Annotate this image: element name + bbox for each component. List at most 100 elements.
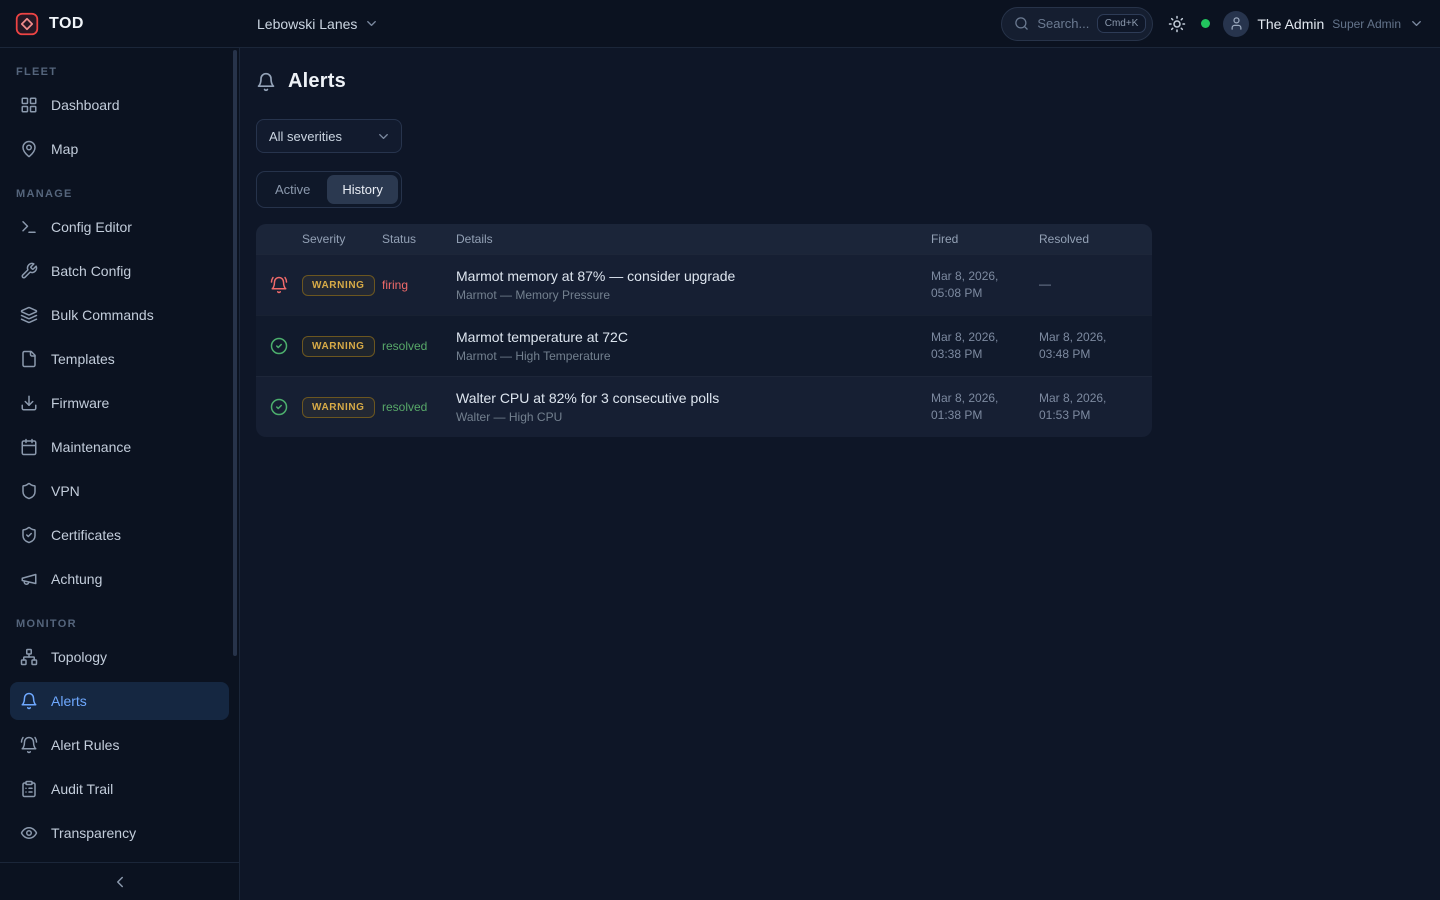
col-details: Details: [456, 232, 931, 246]
sidebar-item-label: VPN: [51, 483, 80, 499]
dashboard-grid-icon: [20, 96, 38, 114]
page-header: Alerts: [256, 70, 1416, 93]
clipboard-list-icon: [20, 780, 38, 798]
alerts-tabs: Active History: [256, 171, 402, 208]
sidebar-item-topology[interactable]: Topology: [10, 638, 229, 676]
shield-icon: [20, 482, 38, 500]
resolved-time: —: [1039, 276, 1152, 293]
sidebar-item-alert-rules[interactable]: Alert Rules: [10, 726, 229, 764]
topbar-actions: Search... Cmd+K The Admin Super Admin: [1001, 7, 1440, 41]
sidebar-item-firmware[interactable]: Firmware: [10, 384, 229, 422]
sidebar-item-achtung[interactable]: Achtung: [10, 560, 229, 598]
sidebar-item-maintenance[interactable]: Maintenance: [10, 428, 229, 466]
col-status: Status: [382, 232, 456, 246]
org-name: Lebowski Lanes: [257, 16, 357, 32]
sidebar-item-audit-trail[interactable]: Audit Trail: [10, 770, 229, 808]
sidebar-item-label: Maintenance: [51, 439, 131, 455]
sidebar-item-batch-config[interactable]: Batch Config: [10, 252, 229, 290]
sidebar-item-label: Config Editor: [51, 219, 132, 235]
severity-badge: WARNING: [302, 397, 375, 418]
search-shortcut-badge: Cmd+K: [1097, 14, 1147, 33]
sidebar-item-label: Alert Rules: [51, 737, 119, 753]
brand[interactable]: TOD: [0, 11, 240, 37]
sidebar-item-label: Batch Config: [51, 263, 131, 279]
sidebar-collapse-button[interactable]: [0, 862, 239, 900]
alert-details: Marmot memory at 87% — consider upgrade …: [456, 268, 931, 302]
resolved-time: Mar 8, 2026, 01:53 PM: [1039, 390, 1152, 425]
severity-filter-value: All severities: [269, 129, 342, 144]
sidebar-item-alerts[interactable]: Alerts: [10, 682, 229, 720]
alert-firing-bell-icon: [256, 276, 302, 294]
severity-badge: WARNING: [302, 275, 375, 296]
page-title: Alerts: [288, 70, 346, 93]
user-icon: [1229, 16, 1244, 31]
alerts-table: Severity Status Details Fired Resolved W…: [256, 224, 1152, 437]
sidebar-item-bulk-commands[interactable]: Bulk Commands: [10, 296, 229, 334]
table-body: WARNING firing Marmot memory at 87% — co…: [256, 254, 1152, 437]
check-circle-icon: [256, 398, 302, 416]
sidebar-item-label: Alerts: [51, 693, 87, 709]
table-row[interactable]: WARNING firing Marmot memory at 87% — co…: [256, 254, 1152, 315]
chevron-left-icon: [111, 873, 129, 891]
search-placeholder: Search...: [1037, 16, 1088, 31]
terminal-icon: [20, 218, 38, 236]
col-fired: Fired: [931, 232, 1039, 246]
eye-icon: [20, 824, 38, 842]
search-input[interactable]: Search... Cmd+K: [1001, 7, 1153, 41]
alert-title: Marmot temperature at 72C: [456, 329, 915, 345]
tab-history[interactable]: History: [327, 175, 397, 204]
app-shell: Fleet Dashboard Map Manage: [0, 48, 1440, 900]
main-content: Alerts All severities Active History Sev…: [240, 48, 1440, 900]
severity-filter-select[interactable]: All severities: [256, 119, 402, 153]
sidebar-nav: Fleet Dashboard Map Manage: [0, 48, 239, 862]
sidebar-item-label: Map: [51, 141, 78, 157]
sidebar-item-config-editor[interactable]: Config Editor: [10, 208, 229, 246]
alert-details: Marmot temperature at 72C Marmot — High …: [456, 329, 931, 363]
sidebar-item-label: Audit Trail: [51, 781, 113, 797]
sidebar-section-monitor: Monitor: [16, 618, 229, 630]
table-row[interactable]: WARNING resolved Walter CPU at 82% for 3…: [256, 376, 1152, 437]
chevron-down-icon: [376, 129, 391, 144]
sidebar-item-label: Firmware: [51, 395, 109, 411]
alert-subtitle: Marmot — Memory Pressure: [456, 288, 915, 302]
file-icon: [20, 350, 38, 368]
topbar: TOD Lebowski Lanes Search... Cmd+K: [0, 0, 1440, 48]
sidebar-section-manage: Manage: [16, 188, 229, 200]
sidebar-item-vpn[interactable]: VPN: [10, 472, 229, 510]
sidebar-item-transparency[interactable]: Transparency: [10, 814, 229, 852]
search-icon: [1014, 16, 1029, 31]
avatar: [1223, 11, 1249, 37]
calendar-icon: [20, 438, 38, 456]
sidebar-item-templates[interactable]: Templates: [10, 340, 229, 378]
tab-active[interactable]: Active: [260, 175, 325, 204]
map-pin-icon: [20, 140, 38, 158]
status-text: firing: [382, 278, 456, 292]
sidebar-scrollbar[interactable]: [233, 50, 237, 656]
sidebar-item-label: Bulk Commands: [51, 307, 154, 323]
sidebar-item-label: Topology: [51, 649, 107, 665]
theme-toggle-button[interactable]: [1166, 13, 1188, 35]
wrench-icon: [20, 262, 38, 280]
user-name: The Admin: [1257, 16, 1324, 32]
table-header: Severity Status Details Fired Resolved: [256, 224, 1152, 254]
severity-badge: WARNING: [302, 336, 375, 357]
layers-icon: [20, 306, 38, 324]
org-selector[interactable]: Lebowski Lanes: [240, 16, 379, 32]
bell-ring-icon: [20, 736, 38, 754]
sun-icon: [1168, 15, 1186, 33]
sidebar-item-label: Templates: [51, 351, 115, 367]
shield-check-icon: [20, 526, 38, 544]
alert-title: Marmot memory at 87% — consider upgrade: [456, 268, 915, 284]
alert-subtitle: Marmot — High Temperature: [456, 349, 915, 363]
sidebar-item-certificates[interactable]: Certificates: [10, 516, 229, 554]
sidebar-item-map[interactable]: Map: [10, 130, 229, 168]
check-circle-icon: [256, 337, 302, 355]
user-menu[interactable]: The Admin Super Admin: [1223, 11, 1424, 37]
brand-logo-icon: [14, 11, 40, 37]
table-row[interactable]: WARNING resolved Marmot temperature at 7…: [256, 315, 1152, 376]
user-role-badge: Super Admin: [1332, 17, 1401, 31]
sidebar-item-label: Transparency: [51, 825, 136, 841]
sidebar-item-dashboard[interactable]: Dashboard: [10, 86, 229, 124]
alert-title: Walter CPU at 82% for 3 consecutive poll…: [456, 390, 915, 406]
bell-icon: [20, 692, 38, 710]
